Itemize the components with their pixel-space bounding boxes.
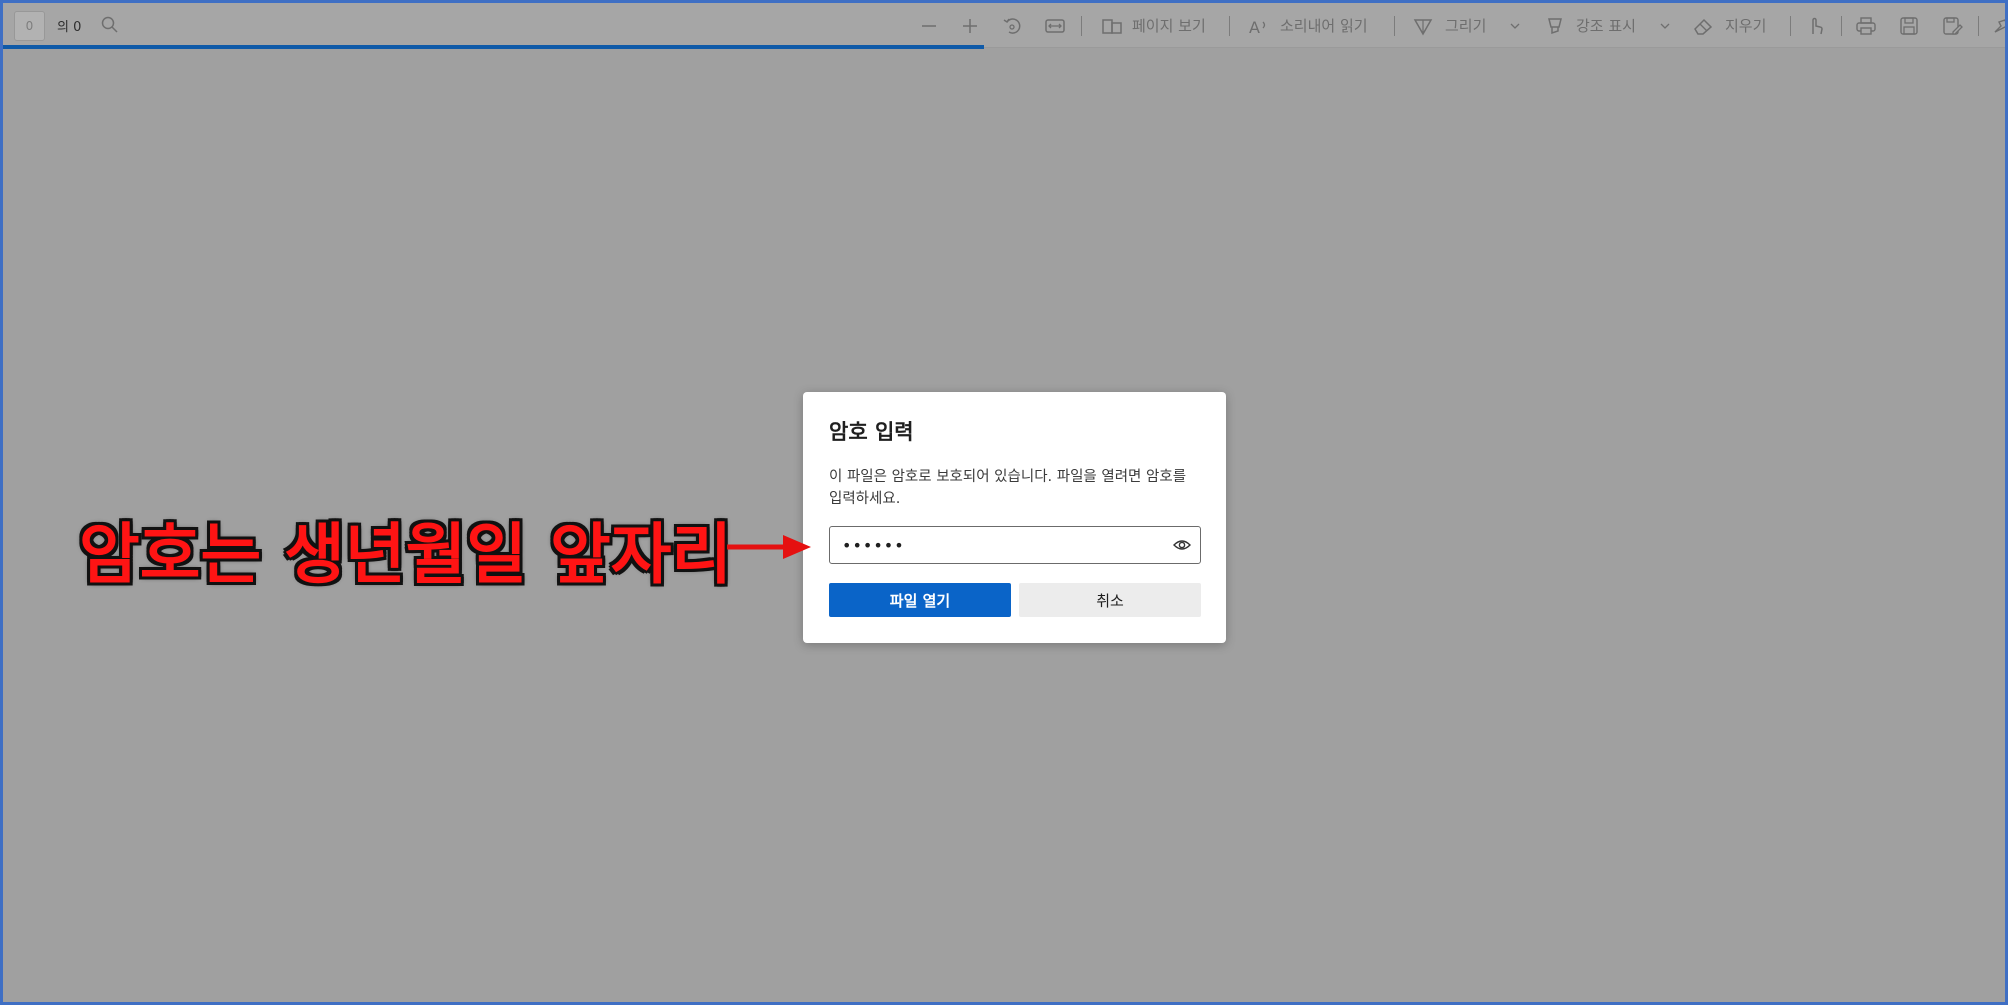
- toolbar-divider: [1081, 16, 1082, 36]
- toolbar-divider: [1394, 16, 1395, 36]
- cancel-button[interactable]: 취소: [1019, 583, 1201, 617]
- password-field[interactable]: [829, 526, 1201, 564]
- pin-icon[interactable]: [1989, 14, 2005, 38]
- draw-button[interactable]: 그리기: [1445, 15, 1486, 36]
- toolbar-divider: [1790, 16, 1791, 36]
- eye-icon[interactable]: [1172, 536, 1192, 554]
- toolbar-divider: [1841, 16, 1842, 36]
- read-aloud-icon[interactable]: A: [1247, 14, 1271, 38]
- touch-icon[interactable]: [1803, 14, 1827, 38]
- page-total-label: 의 0: [57, 20, 82, 35]
- annotation-text: 암호는 생년월일 앞자리: [79, 516, 733, 593]
- draw-icon[interactable]: [1411, 14, 1435, 38]
- zoom-in-icon[interactable]: [958, 14, 982, 38]
- page-view-button[interactable]: 페이지 보기: [1132, 15, 1206, 36]
- save-icon[interactable]: [1897, 14, 1921, 38]
- eraser-icon[interactable]: [1691, 14, 1715, 38]
- toolbar-divider: [1978, 16, 1979, 36]
- password-input[interactable]: [842, 535, 1142, 555]
- svg-text:A: A: [1249, 18, 1260, 37]
- loading-progress-bar: [3, 45, 984, 49]
- arrow-icon: [727, 535, 811, 559]
- highlight-icon[interactable]: [1543, 14, 1567, 38]
- read-aloud-button[interactable]: 소리내어 읽기: [1280, 15, 1368, 36]
- save-as-icon[interactable]: [1940, 14, 1964, 38]
- print-icon[interactable]: [1854, 14, 1878, 38]
- open-file-button[interactable]: 파일 열기: [829, 583, 1011, 617]
- page-view-icon[interactable]: [1100, 14, 1124, 38]
- highlight-button[interactable]: 강조 표시: [1576, 15, 1636, 36]
- fit-width-icon[interactable]: [1043, 14, 1067, 38]
- toolbar-divider: [1229, 16, 1230, 36]
- dialog-message: 이 파일은 암호로 보호되어 있습니다. 파일을 열려면 암호를 입력하세요.: [829, 469, 1187, 507]
- window-frame: 0 의 0 페이지 보기 A 소리내어 읽기 그리기 강조 표시 지우기 암호 …: [0, 0, 2008, 1005]
- dialog-title: 암호 입력: [829, 420, 914, 444]
- chevron-down-icon[interactable]: [1503, 14, 1527, 38]
- rotate-icon[interactable]: [1000, 14, 1024, 38]
- password-dialog: 암호 입력 이 파일은 암호로 보호되어 있습니다. 파일을 열려면 암호를 입…: [803, 392, 1226, 643]
- zoom-out-icon[interactable]: [917, 14, 941, 38]
- search-icon[interactable]: [100, 15, 120, 35]
- page-number-input[interactable]: 0: [14, 11, 45, 41]
- pdf-toolbar: 0 의 0 페이지 보기 A 소리내어 읽기 그리기 강조 표시 지우기: [3, 3, 2005, 49]
- chevron-down-icon[interactable]: [1653, 14, 1677, 38]
- erase-button[interactable]: 지우기: [1725, 15, 1766, 36]
